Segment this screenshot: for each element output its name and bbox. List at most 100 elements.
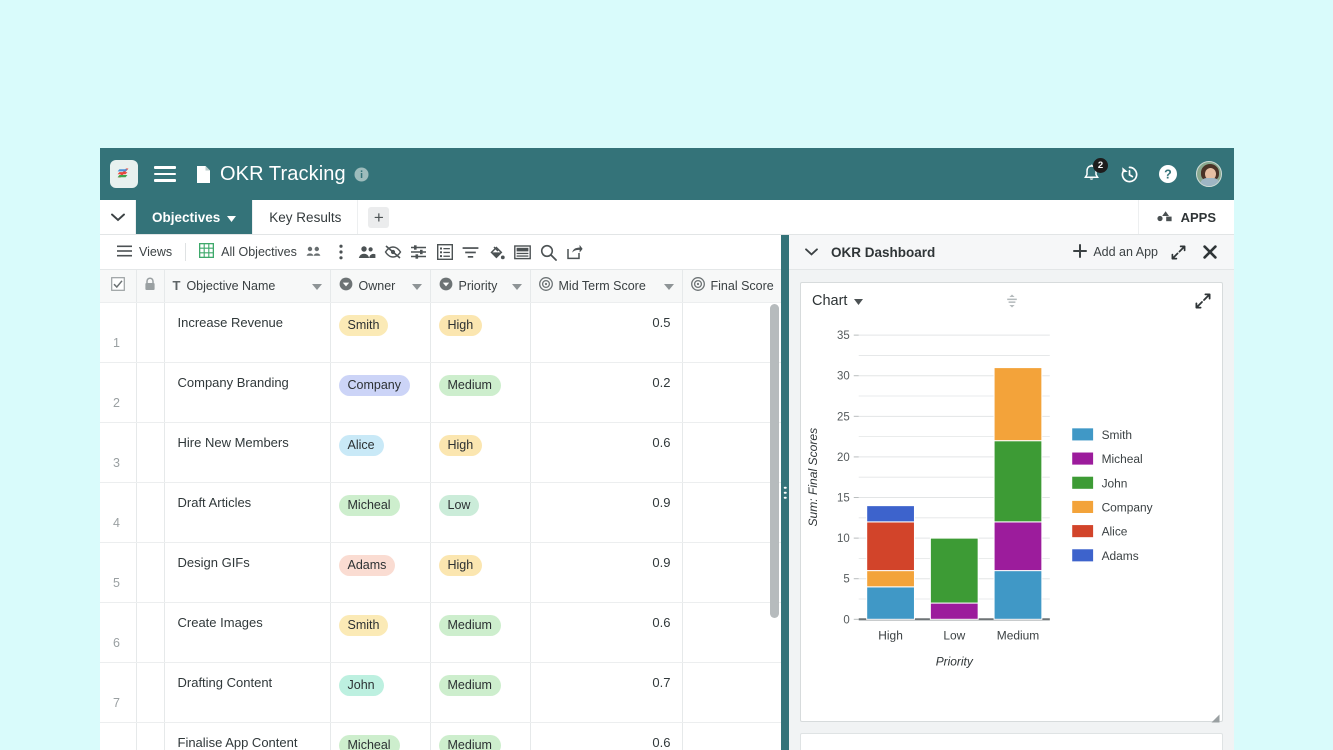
cell-objective-name[interactable]: Hire New Members — [164, 422, 331, 483]
chevron-down-icon[interactable] — [100, 200, 136, 234]
cell-mid-term-score[interactable]: 0.7 — [530, 662, 683, 723]
cell-final-score[interactable] — [682, 602, 781, 663]
expand-diagonal-icon[interactable] — [1195, 293, 1211, 309]
table-row[interactable]: 6 Create Images Smith Medium 0.6 — [100, 602, 781, 663]
more-vertical-icon[interactable] — [328, 239, 354, 265]
column-header-final-score[interactable]: Final Score — [682, 270, 781, 303]
cell-mid-term-score[interactable]: 0.2 — [530, 362, 683, 423]
hide-field-icon[interactable] — [380, 239, 406, 265]
info-icon[interactable] — [354, 167, 369, 182]
cell-owner[interactable]: Micheal — [330, 722, 431, 750]
cell-owner[interactable]: Smith — [330, 302, 431, 363]
cell-priority[interactable]: High — [430, 302, 531, 363]
kintone-logo-icon[interactable] — [110, 160, 138, 188]
search-icon[interactable] — [536, 239, 562, 265]
tab-key-results[interactable]: Key Results — [253, 200, 359, 234]
close-icon[interactable] — [1198, 245, 1222, 259]
table-row[interactable]: 8 Finalise App Content Micheal Medium 0.6 — [100, 722, 781, 750]
hamburger-menu-icon[interactable] — [154, 166, 176, 182]
checkbox-icon[interactable] — [110, 277, 125, 294]
cell-final-score[interactable] — [682, 662, 781, 723]
cell-objective-name[interactable]: Draft Articles — [164, 482, 331, 543]
cell-final-score[interactable] — [682, 302, 781, 363]
cell-mid-term-score[interactable]: 0.5 — [530, 302, 683, 363]
note-icon[interactable] — [510, 239, 536, 265]
table-row[interactable]: 5 Design GIFs Adams High 0.9 — [100, 542, 781, 603]
people-icon[interactable] — [354, 239, 380, 265]
cell-priority[interactable]: Medium — [430, 662, 531, 723]
add-an-app-button[interactable]: Add an App — [1073, 243, 1158, 261]
cell-owner[interactable]: Company — [330, 362, 431, 423]
column-header-priority[interactable]: Priority — [430, 270, 531, 303]
cell-objective-name[interactable]: Company Branding — [164, 362, 331, 423]
cell-mid-term-score[interactable]: 0.6 — [530, 422, 683, 483]
history-icon[interactable] — [1119, 164, 1140, 185]
caret-down-icon[interactable] — [511, 279, 522, 293]
cell-owner[interactable]: Smith — [330, 602, 431, 663]
record-list-scrollbar[interactable] — [770, 304, 779, 618]
cell-final-score[interactable] — [682, 542, 781, 603]
caret-down-icon[interactable] — [663, 279, 674, 293]
cell-priority[interactable]: Medium — [430, 722, 531, 750]
toolbar-divider — [185, 243, 187, 261]
record-list-icon[interactable] — [432, 239, 458, 265]
table-row[interactable]: 1 Increase Revenue Smith High 0.5 — [100, 302, 781, 363]
cell-objective-name[interactable]: Increase Revenue — [164, 302, 331, 363]
table-row[interactable]: 2 Company Branding Company Medium 0.2 — [100, 362, 781, 423]
cell-mid-term-score[interactable]: 0.6 — [530, 722, 683, 750]
cell-final-score[interactable] — [682, 422, 781, 483]
cell-final-score[interactable] — [682, 722, 781, 750]
caret-down-icon[interactable] — [311, 279, 322, 293]
cell-owner[interactable]: Adams — [330, 542, 431, 603]
sort-settings-icon[interactable] — [406, 239, 432, 265]
cell-priority[interactable]: Medium — [430, 362, 531, 423]
lock-icon — [144, 277, 156, 294]
apps-button[interactable]: APPS — [1139, 200, 1234, 234]
cell-owner[interactable]: John — [330, 662, 431, 723]
fill-color-icon[interactable] — [484, 239, 510, 265]
tab-objectives[interactable]: Objectives — [136, 200, 254, 234]
table-row[interactable]: 3 Hire New Members Alice High 0.6 — [100, 422, 781, 483]
share-view-icon[interactable] — [306, 245, 321, 260]
views-button[interactable]: Views — [110, 245, 179, 260]
cell-objective-name[interactable]: Design GIFs — [164, 542, 331, 603]
current-view-button[interactable]: All Objectives — [192, 242, 328, 261]
cell-priority[interactable]: High — [430, 542, 531, 603]
cell-owner[interactable]: Micheal — [330, 482, 431, 543]
help-icon[interactable]: ? — [1158, 164, 1178, 184]
legend-swatch — [1071, 451, 1095, 466]
cell-objective-name[interactable]: Create Images — [164, 602, 331, 663]
cell-mid-term-score[interactable]: 0.9 — [530, 542, 683, 603]
cell-final-score[interactable] — [682, 482, 781, 543]
chevron-down-icon[interactable] — [799, 248, 823, 256]
column-header-objective-name[interactable]: T Objective Name — [164, 270, 331, 303]
table-row[interactable]: 7 Drafting Content John Medium 0.7 — [100, 662, 781, 723]
table-row[interactable]: 4 Draft Articles Micheal Low 0.9 — [100, 482, 781, 543]
column-header-select-all[interactable] — [100, 270, 137, 303]
column-header-mid-term-score[interactable]: Mid Term Score — [530, 270, 683, 303]
avatar[interactable] — [1196, 161, 1222, 187]
cell-mid-term-score[interactable]: 0.9 — [530, 482, 683, 543]
cell-mid-term-score[interactable]: 0.6 — [530, 602, 683, 663]
drag-grip-icon[interactable] — [1004, 294, 1020, 313]
resize-grip-icon[interactable] — [1211, 710, 1220, 723]
cell-priority[interactable]: Low — [430, 482, 531, 543]
column-header-owner[interactable]: Owner — [330, 270, 431, 303]
cell-priority[interactable]: Medium — [430, 602, 531, 663]
cell-objective-name[interactable]: Finalise App Content — [164, 722, 331, 750]
cell-final-score[interactable] — [682, 362, 781, 423]
cell-objective-name[interactable]: Drafting Content — [164, 662, 331, 723]
pane-splitter[interactable] — [781, 235, 789, 750]
dropdown-field-icon — [439, 277, 453, 294]
bar-segment — [866, 521, 915, 572]
filter-icon[interactable] — [458, 239, 484, 265]
bell-icon[interactable]: 2 — [1082, 158, 1108, 184]
chart-widget-header: Chart — [801, 283, 1222, 319]
caret-down-icon[interactable] — [854, 292, 864, 310]
export-icon[interactable] — [562, 239, 588, 265]
caret-down-icon[interactable] — [411, 279, 422, 293]
cell-priority[interactable]: High — [430, 422, 531, 483]
cell-owner[interactable]: Alice — [330, 422, 431, 483]
add-tab-button[interactable]: + — [358, 200, 399, 234]
expand-diagonal-icon[interactable] — [1166, 245, 1190, 260]
